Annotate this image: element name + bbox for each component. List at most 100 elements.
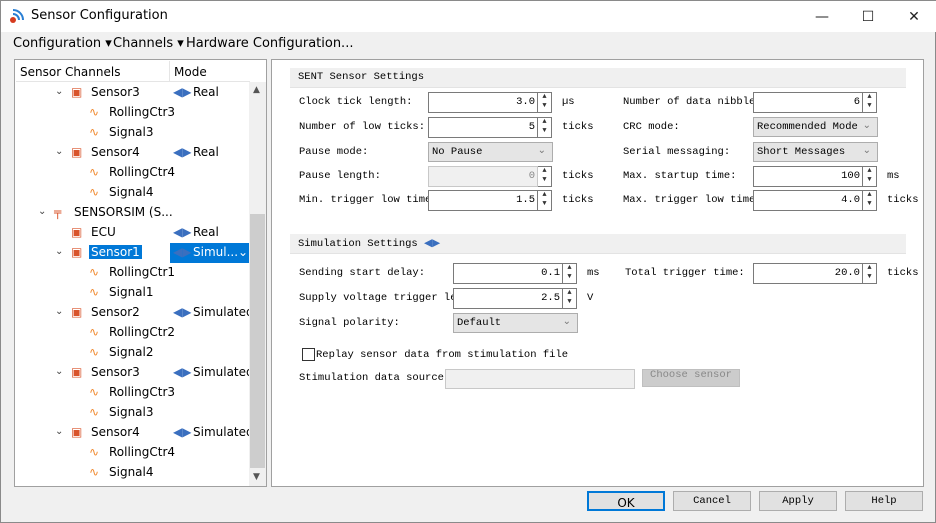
stimulation-source-input[interactable]	[445, 369, 635, 389]
signal-polarity-dropdown[interactable]: Default ⌄	[453, 313, 578, 333]
menu-configuration[interactable]: Configuration ▾	[13, 36, 112, 51]
crc-mode-dropdown[interactable]: Recommended Mode ⌄	[753, 117, 878, 137]
tree-row[interactable]: ∿ Signal4	[16, 463, 250, 483]
sending-start-delay-spinner[interactable]: ▲ ▼	[563, 263, 577, 284]
menu-channels[interactable]: Channels ▾	[113, 36, 184, 51]
chevron-down-icon[interactable]: ⌄	[38, 206, 46, 217]
tree-row[interactable]: ∿ RollingCtr2	[16, 323, 250, 343]
clock-tick-length-input[interactable]: 3.0	[428, 92, 538, 113]
serial-messaging-value: Short Messages	[757, 146, 846, 158]
sending-start-delay-input[interactable]: 0.1	[453, 263, 563, 284]
max-startup-time-spinner[interactable]: ▲ ▼	[863, 166, 877, 187]
tree-row[interactable]: ⌄ ▣ Sensor3 ◀▶ Simulated	[16, 363, 254, 383]
chevron-down-icon: ⌄	[537, 146, 546, 157]
sensor-icon: ▣	[71, 245, 83, 259]
sensor-tree[interactable]: Sensor Channels Mode ⌄ ▣ Sensor3 ◀▶ Real ∿ Rol…	[14, 59, 267, 487]
max-startup-time-input[interactable]: 100	[753, 166, 863, 187]
supply-voltage-trigger-unit: V	[587, 292, 594, 304]
tree-item-name: Sensor3	[91, 85, 140, 99]
low-ticks-input[interactable]: 5	[428, 117, 538, 138]
tree-scrollbar[interactable]: ▲ ▼	[249, 82, 266, 486]
max-trigger-low-time-spinner[interactable]: ▲ ▼	[863, 190, 877, 211]
data-nibbles-spinner[interactable]: ▲ ▼	[863, 92, 877, 113]
data-nibbles-input[interactable]: 6	[753, 92, 863, 113]
mode-cell: ◀▶ Real	[170, 223, 250, 243]
chevron-down-icon[interactable]: ⌄	[55, 246, 63, 257]
scroll-up-icon[interactable]: ▲	[253, 85, 260, 95]
tree-row[interactable]: ⌄ ▣ Sensor2 ◀▶ Simulated	[16, 303, 254, 323]
pause-length-input: 0	[428, 166, 538, 187]
mode-label: Real	[193, 145, 219, 159]
chevron-down-icon[interactable]: ⌄	[55, 146, 63, 157]
tree-row[interactable]: ⌄ ▣ Sensor4 ◀▶ Simulated	[16, 423, 254, 443]
sensor-icon: ▣	[71, 85, 83, 99]
tree-row[interactable]: ∿ Signal3	[16, 123, 250, 143]
col-sensor-channels[interactable]: Sensor Channels	[20, 65, 120, 79]
tree-row[interactable]: ∿ RollingCtr3	[16, 383, 250, 403]
supply-voltage-trigger-spinner[interactable]: ▲ ▼	[563, 288, 577, 309]
total-trigger-time-input[interactable]: 20.0	[753, 263, 863, 284]
scroll-thumb[interactable]	[250, 214, 265, 468]
mode-label: Simulated	[193, 365, 254, 379]
mode-cell: ◀▶ Real	[170, 83, 250, 103]
clock-tick-length-spinner[interactable]: ▲ ▼	[538, 92, 552, 113]
tree-row[interactable]: ▣ ECU ◀▶ Real	[16, 223, 250, 243]
tree-row[interactable]: ∿ RollingCtr4	[16, 163, 250, 183]
max-trigger-low-time-unit: ticks	[887, 194, 919, 206]
mode-label: Simulated	[193, 305, 254, 319]
choose-sensor-button[interactable]: Choose sensor	[642, 369, 740, 387]
minimize-button[interactable]: —	[799, 1, 845, 32]
signal-wave-icon: ∿	[89, 185, 100, 199]
chevron-down-icon[interactable]: ⌄	[238, 245, 248, 259]
min-trigger-low-time-input[interactable]: 1.5	[428, 190, 538, 211]
close-button[interactable]: ✕	[891, 1, 936, 32]
mode-label: Real	[193, 85, 219, 99]
scroll-down-icon[interactable]: ▼	[253, 472, 260, 482]
supply-voltage-trigger-input[interactable]: 2.5	[453, 288, 563, 309]
tree-row[interactable]: ⌄ ╤ SENSORSIM (S...	[16, 203, 250, 223]
chevron-down-icon[interactable]: ⌄	[55, 306, 63, 317]
help-button[interactable]: Help	[845, 491, 923, 511]
col-mode[interactable]: Mode	[174, 65, 207, 79]
tree-item-name: ECU	[91, 225, 116, 239]
tree-item-name: Signal4	[109, 185, 154, 199]
chevron-down-icon: ⌄	[862, 146, 871, 157]
total-trigger-time-spinner[interactable]: ▲ ▼	[863, 263, 877, 284]
max-trigger-low-time-input[interactable]: 4.0	[753, 190, 863, 211]
replay-checkbox[interactable]	[302, 348, 315, 361]
pause-mode-dropdown[interactable]: No Pause ⌄	[428, 142, 553, 162]
serial-messaging-dropdown[interactable]: Short Messages ⌄	[753, 142, 878, 162]
tree-row[interactable]: ∿ Signal2	[16, 343, 250, 363]
ok-button[interactable]: OK	[587, 491, 665, 511]
tree-row[interactable]: ∿ Signal1	[16, 283, 250, 303]
menu-hardware-configuration[interactable]: Hardware Configuration...	[186, 36, 353, 51]
min-trigger-low-time-unit: ticks	[562, 194, 594, 206]
signal-wave-icon: ∿	[89, 165, 100, 179]
tree-row[interactable]: ∿ Signal3	[16, 403, 250, 423]
mode-cell: ◀▶ Simulated	[170, 363, 254, 383]
cancel-button[interactable]: Cancel	[673, 491, 751, 511]
sensor-icon: ▣	[71, 365, 83, 379]
chevron-down-icon[interactable]: ⌄	[55, 366, 63, 377]
chevron-down-icon[interactable]: ⌄	[55, 86, 63, 97]
tree-row[interactable]: ⌄ ▣ Sensor3 ◀▶ Real	[16, 83, 250, 103]
chevron-down-icon: ⌄	[862, 121, 871, 132]
tree-header: Sensor Channels Mode	[16, 61, 250, 82]
signal-polarity-value: Default	[457, 317, 502, 329]
maximize-button[interactable]: ☐	[845, 1, 891, 32]
tree-row[interactable]: ∿ Signal4	[16, 183, 250, 203]
simulation-settings-header: Simulation Settings ◀▶	[290, 234, 906, 254]
tree-item-name: RollingCtr2	[109, 325, 176, 339]
tree-row[interactable]: ⌄ ▣ Sensor4 ◀▶ Real	[16, 143, 250, 163]
tree-row[interactable]: ∿ RollingCtr1	[16, 263, 250, 283]
low-ticks-spinner[interactable]: ▲ ▼	[538, 117, 552, 138]
min-trigger-low-time-spinner[interactable]: ▲ ▼	[538, 190, 552, 211]
tree-row[interactable]: ∿ RollingCtr4	[16, 443, 250, 463]
apply-button[interactable]: Apply	[759, 491, 837, 511]
supply-voltage-trigger-label: Supply voltage trigger lev	[299, 292, 463, 304]
tree-row[interactable]: ∿ RollingCtr3	[16, 103, 250, 123]
tree-row[interactable]: ⌄ ▣ Sensor1 ◀▶ Simul... ⌄	[16, 243, 250, 263]
chevron-down-icon[interactable]: ⌄	[55, 426, 63, 437]
mode-cell[interactable]: ◀▶ Simul... ⌄	[170, 243, 250, 263]
simulation-settings-title: Simulation Settings	[298, 238, 418, 250]
